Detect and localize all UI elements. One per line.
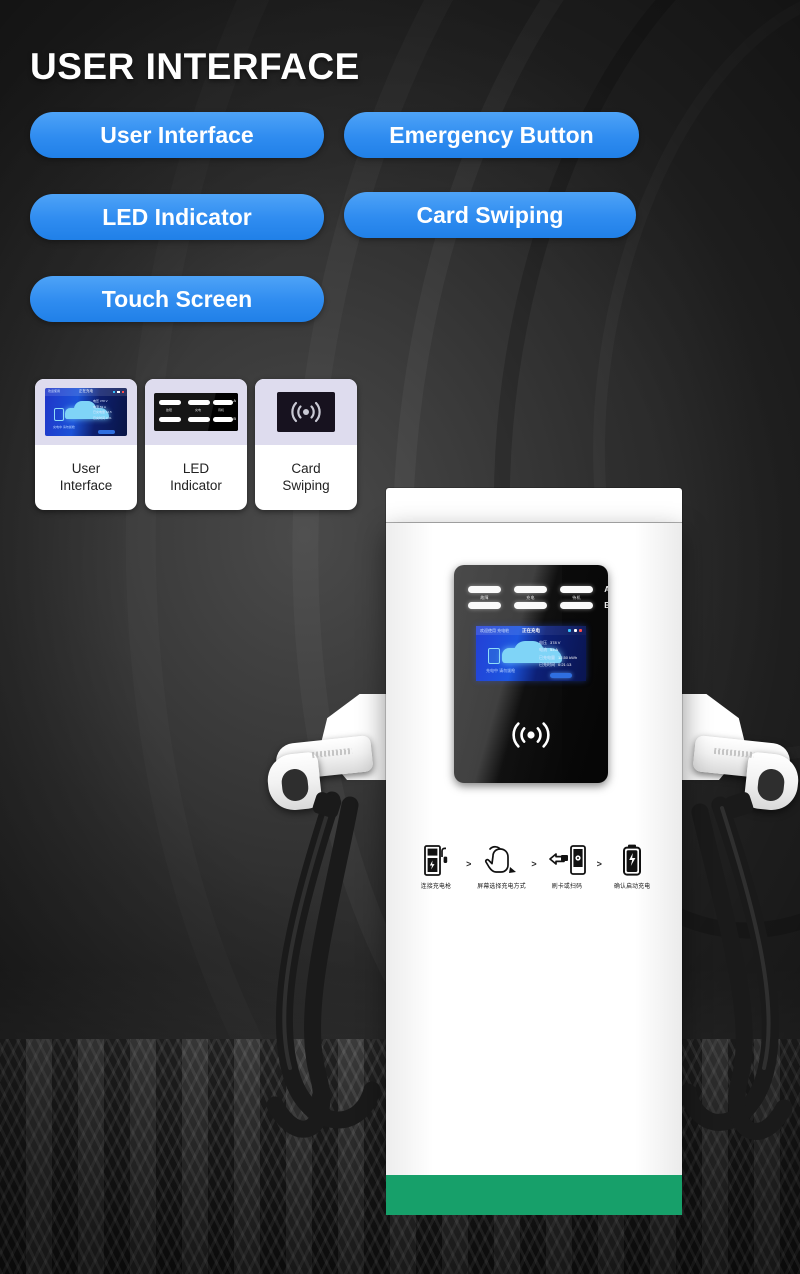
battery-charge-icon: [619, 841, 645, 877]
lcd-indicator-dots: [568, 629, 582, 632]
readout-row: 电压 378 V: [539, 640, 561, 645]
led-caption: 充电: [526, 594, 535, 600]
lcd-status-center: 正在充电: [522, 627, 540, 633]
page-title: USER INTERFACE: [30, 46, 360, 87]
caption-line: Interface: [59, 477, 113, 493]
touch-hand-icon: [484, 841, 518, 877]
led-column: [514, 586, 547, 593]
led-column: A: [560, 585, 608, 594]
card-image: 故障 充电 待机 A B: [145, 379, 247, 445]
pill-label: LED Indicator: [102, 203, 252, 230]
touch-screen[interactable]: 欢迎使用 充电桩 正在充电 充电中 请勿拔枪 电压378 V 电流53 A: [476, 626, 586, 681]
readout-row: 电流 53 A: [539, 647, 559, 653]
led-caption-row: 故障 充电 待机: [468, 593, 594, 602]
led-bar: [468, 586, 501, 593]
thumbnail-card-user-interface[interactable]: 欢迎使用 正在充电 充电中 请勿拔枪 电压 378 V 电流 53 A 已充电量…: [35, 379, 137, 510]
step-caption: 刷卡或扫码: [551, 883, 582, 890]
plug-icon: [488, 648, 500, 664]
instruction-steps: 连接充电枪 > 屏幕选择充电方式 > 刷卡或扫码 > 确认启动充电: [408, 841, 660, 890]
led-caption: 待机: [572, 594, 581, 600]
pill-label: Emergency Button: [389, 121, 594, 148]
lcd-bottom-note: 充电中 请勿拔枪: [486, 668, 516, 673]
step-arrow: >: [466, 859, 472, 869]
charger-base-band: [386, 1175, 682, 1215]
led-column: [468, 586, 501, 593]
ev-charger-unit: A 故障 充电 待机 B 欢迎使用 充电桩 正在充电 充电中 请勿拔枪 电压 3…: [386, 488, 682, 1215]
lcd-readout-list: 电压 378 V 电流 53 A 已充电量 12.50 kWh 已充时间 0:21:13: [539, 639, 583, 669]
led-label-b: B: [604, 601, 608, 610]
led-column: [514, 602, 547, 609]
caption-line: Card: [291, 460, 321, 476]
led-caption: 故障: [480, 594, 489, 600]
charger-body: A 故障 充电 待机 B 欢迎使用 充电桩 正在充电 充电中 请勿拔枪 电压 3…: [386, 523, 682, 1175]
card-caption: Card Swiping: [282, 445, 329, 510]
caption-line: Swiping: [282, 477, 330, 493]
feature-pill-user-interface[interactable]: User Interface: [30, 112, 324, 158]
card-image: 欢迎使用 正在充电 充电中 请勿拔枪 电压 378 V 电流 53 A 已充电量…: [35, 379, 137, 445]
led-row-a: A: [468, 585, 608, 594]
led-bar: [560, 586, 593, 593]
card-image: [255, 379, 357, 445]
step-caption: 屏幕选择充电方式: [477, 883, 526, 890]
led-bar: [468, 602, 501, 609]
card-caption: LED Indicator: [170, 445, 222, 510]
card-caption: User Interface: [60, 445, 113, 510]
led-column: [468, 602, 501, 609]
step-arrow: >: [531, 859, 537, 869]
pill-label: Touch Screen: [101, 285, 253, 312]
swipe-card-icon: [547, 841, 587, 877]
instruction-step: 连接充电枪: [408, 841, 464, 890]
readout-row: 已充时间 0:21:13: [539, 662, 572, 668]
instruction-step: 确认启动充电: [604, 841, 660, 890]
pill-label: User Interface: [100, 121, 254, 148]
charger-top-cap: [386, 488, 682, 522]
led-bar: [514, 602, 547, 609]
charging-post-icon: [421, 841, 451, 877]
step-caption: 连接充电枪: [420, 883, 452, 890]
thumbnail-card-list: 欢迎使用 正在充电 充电中 请勿拔枪 电压 378 V 电流 53 A 已充电量…: [35, 379, 357, 510]
led-row-b: B: [468, 601, 608, 610]
instruction-step: 刷卡或扫码: [539, 841, 595, 890]
feature-pill-emergency-button[interactable]: Emergency Button: [344, 112, 639, 158]
pill-label: Card Swiping: [416, 201, 564, 228]
thumbnail-card-led-indicator[interactable]: 故障 充电 待机 A B LED Indicator: [145, 379, 247, 510]
feature-pill-led-indicator[interactable]: LED Indicator: [30, 194, 324, 240]
led-indicator-group: A 故障 充电 待机 B: [468, 585, 608, 610]
charging-gun-right[interactable]: [656, 694, 800, 820]
led-column: B: [560, 601, 608, 610]
step-caption: 确认启动充电: [613, 883, 651, 890]
rfid-waves-icon: [277, 392, 335, 432]
lcd-stop-button[interactable]: [550, 673, 572, 678]
led-label-a: A: [604, 585, 608, 594]
feature-pill-touch-screen[interactable]: Touch Screen: [30, 276, 324, 322]
led-bars-thumbnail: 故障 充电 待机 A B: [154, 393, 238, 431]
feature-pill-card-swiping[interactable]: Card Swiping: [344, 192, 636, 238]
rfid-waves-icon[interactable]: [509, 717, 553, 758]
led-bar: [560, 602, 593, 609]
led-bar: [514, 586, 547, 593]
instruction-step: 屏幕选择充电方式: [473, 841, 529, 890]
lcd-screen-thumbnail: 欢迎使用 正在充电 充电中 请勿拔枪 电压 378 V 电流 53 A 已充电量…: [45, 388, 127, 436]
front-panel: A 故障 充电 待机 B 欢迎使用 充电桩 正在充电 充电中 请勿拔枪 电压 3…: [454, 565, 608, 783]
charging-gun-left[interactable]: [262, 694, 410, 820]
step-arrow: >: [596, 859, 602, 869]
caption-line: Indicator: [170, 477, 222, 493]
caption-line: User: [71, 460, 101, 476]
lcd-status-left: 欢迎使用 充电桩: [480, 627, 510, 633]
thumbnail-card-card-swiping[interactable]: Card Swiping: [255, 379, 357, 510]
caption-line: LED: [182, 460, 210, 476]
readout-row: 已充电量 12.50 kWh: [539, 654, 578, 660]
scene: USER INTERFACE User Interface Emergency …: [0, 0, 800, 1274]
